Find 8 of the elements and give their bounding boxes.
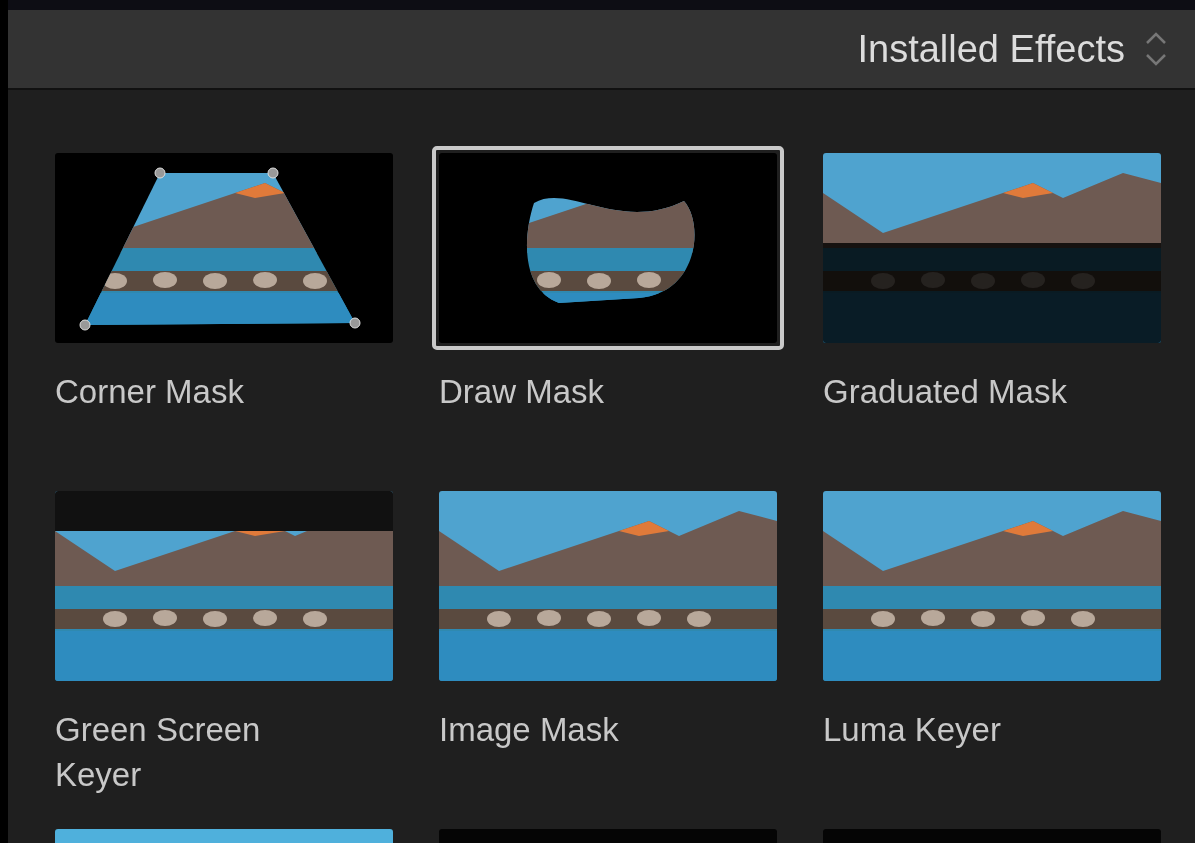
effect-label: Draw Mask — [438, 372, 606, 412]
effect-label: Green Screen Keyer — [54, 710, 262, 795]
effect-label: Image Mask — [438, 710, 620, 750]
landscape-thumbnail[interactable] — [432, 146, 784, 350]
effect-label: Corner Mask — [54, 372, 245, 412]
effect-label: Luma Keyer — [822, 710, 1002, 750]
effect-label: Graduated Mask — [822, 372, 1068, 412]
browser-title[interactable]: Installed Effects — [857, 20, 1125, 78]
